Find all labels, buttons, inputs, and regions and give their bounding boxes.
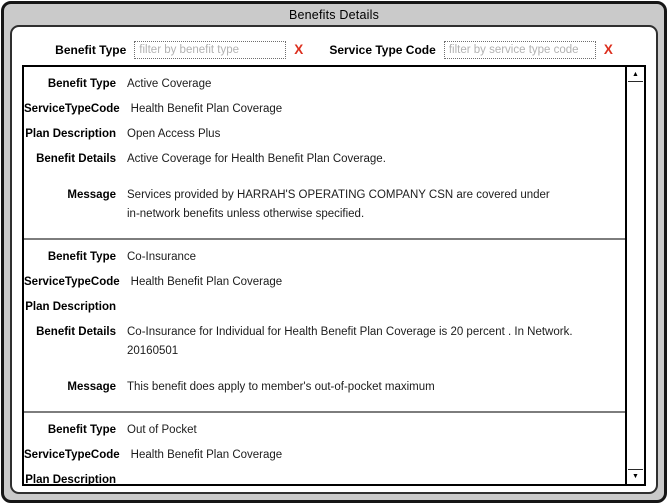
field-label: Message [24,186,116,224]
field-value: Co-Insurance [127,248,625,267]
field-label: Message [24,378,116,397]
field-label: Benefit Details [24,150,116,169]
service-type-code-row: ServiceTypeCode Health Benefit Plan Cove… [24,270,625,295]
benefits-list-content: Benefit Type Active Coverage ServiceType… [24,67,625,484]
benefit-type-row: Benefit Type Out of Pocket [24,418,625,443]
benefit-type-row: Benefit Type Co-Insurance [24,245,625,270]
plan-description-row: Plan Description [24,295,625,320]
service-type-code-filter-input[interactable] [444,41,596,59]
scroll-up-icon[interactable]: ▲ [628,68,643,82]
benefit-type-row: Benefit Type Active Coverage [24,72,625,97]
service-type-code-row: ServiceTypeCode Health Benefit Plan Cove… [24,97,625,122]
benefit-type-filter-input[interactable] [134,41,286,59]
field-value: Health Benefit Plan Coverage [131,100,625,119]
field-label: ServiceTypeCode [24,273,120,292]
message-row: Message Services provided by HARRAH'S OP… [24,183,625,227]
filter-row: Benefit Type X Service Type Code X [12,40,656,60]
benefits-list: Benefit Type Active Coverage ServiceType… [22,65,646,486]
field-value: This benefit does apply to member's out-… [127,378,625,397]
scroll-down-icon[interactable]: ▼ [628,469,643,483]
field-value: Open Access Plus [127,125,625,144]
benefit-record: Benefit Type Co-Insurance ServiceTypeCod… [24,240,625,413]
field-label: Plan Description [24,298,116,317]
field-label: Benefit Type [24,421,116,440]
vertical-scrollbar[interactable]: ▲ ▼ [625,67,644,484]
field-label: Plan Description [24,471,116,484]
service-type-code-filter-label: Service Type Code [329,43,436,57]
service-type-code-row: ServiceTypeCode Health Benefit Plan Cove… [24,443,625,468]
field-value [127,471,625,484]
field-value: Active Coverage [127,75,625,94]
plan-description-row: Plan Description [24,468,625,484]
dialog-body-panel: Benefit Type X Service Type Code X Benef… [10,25,658,494]
plan-description-row: Plan Description Open Access Plus [24,122,625,147]
field-label: Benefit Type [24,248,116,267]
field-value: Health Benefit Plan Coverage [131,446,625,465]
benefit-type-clear-icon[interactable]: X [294,43,303,57]
message-row: Message This benefit does apply to membe… [24,375,625,400]
benefit-type-filter-label: Benefit Type [55,43,126,57]
service-type-code-clear-icon[interactable]: X [604,43,613,57]
field-value: Out of Pocket [127,421,625,440]
field-label: ServiceTypeCode [24,100,120,119]
benefit-details-row: Benefit Details Active Coverage for Heal… [24,147,625,172]
benefits-details-dialog: Benefits Details Benefit Type X Service … [1,1,667,503]
benefit-type-filter-group: Benefit Type X [55,41,303,59]
field-label: Benefit Details [24,323,116,361]
service-type-code-filter-group: Service Type Code X [329,41,613,59]
field-label: Benefit Type [24,75,116,94]
dialog-title-bar: Benefits Details [4,4,664,25]
dialog-title: Benefits Details [289,8,379,22]
benefit-record: Benefit Type Active Coverage ServiceType… [24,67,625,240]
field-value: Health Benefit Plan Coverage [131,273,625,292]
benefit-record: Benefit Type Out of Pocket ServiceTypeCo… [24,413,625,484]
field-label: Plan Description [24,125,116,144]
benefit-details-row: Benefit Details Co-Insurance for Individ… [24,320,625,364]
field-label: ServiceTypeCode [24,446,120,465]
field-value: Co-Insurance for Individual for Health B… [127,323,625,361]
field-value: Active Coverage for Health Benefit Plan … [127,150,625,169]
field-value: Services provided by HARRAH'S OPERATING … [127,186,625,224]
field-value [127,298,625,317]
scrollbar-track[interactable] [627,83,644,468]
